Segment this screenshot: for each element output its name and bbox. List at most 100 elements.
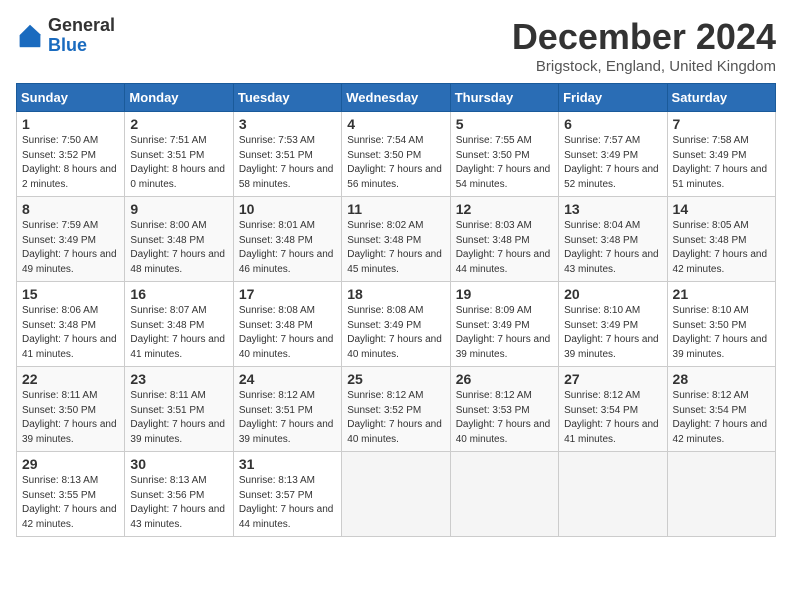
day-info: Sunrise: 7:58 AMSunset: 3:49 PMDaylight:… <box>673 135 768 190</box>
day-info: Sunrise: 8:09 AMSunset: 3:49 PMDaylight:… <box>456 305 551 360</box>
day-cell-26: 26 Sunrise: 8:12 AMSunset: 3:53 PMDaylig… <box>450 367 558 452</box>
day-number: 2 <box>130 116 227 132</box>
day-cell-4: 4 Sunrise: 7:54 AMSunset: 3:50 PMDayligh… <box>342 112 450 197</box>
header-tuesday: Tuesday <box>233 84 341 112</box>
day-cell-19: 19 Sunrise: 8:09 AMSunset: 3:49 PMDaylig… <box>450 282 558 367</box>
header-saturday: Saturday <box>667 84 775 112</box>
calendar-week-2: 8 Sunrise: 7:59 AMSunset: 3:49 PMDayligh… <box>17 197 776 282</box>
day-info: Sunrise: 7:53 AMSunset: 3:51 PMDaylight:… <box>239 135 334 190</box>
day-number: 19 <box>456 286 553 302</box>
day-cell-22: 22 Sunrise: 8:11 AMSunset: 3:50 PMDaylig… <box>17 367 125 452</box>
day-cell-3: 3 Sunrise: 7:53 AMSunset: 3:51 PMDayligh… <box>233 112 341 197</box>
day-cell-28: 28 Sunrise: 8:12 AMSunset: 3:54 PMDaylig… <box>667 367 775 452</box>
day-info: Sunrise: 8:00 AMSunset: 3:48 PMDaylight:… <box>130 220 225 275</box>
day-number: 21 <box>673 286 770 302</box>
calendar-week-1: 1 Sunrise: 7:50 AMSunset: 3:52 PMDayligh… <box>17 112 776 197</box>
empty-cell <box>559 452 667 537</box>
day-cell-15: 15 Sunrise: 8:06 AMSunset: 3:48 PMDaylig… <box>17 282 125 367</box>
header-monday: Monday <box>125 84 233 112</box>
day-info: Sunrise: 7:59 AMSunset: 3:49 PMDaylight:… <box>22 220 117 275</box>
day-cell-14: 14 Sunrise: 8:05 AMSunset: 3:48 PMDaylig… <box>667 197 775 282</box>
calendar-table: SundayMondayTuesdayWednesdayThursdayFrid… <box>16 83 776 537</box>
day-info: Sunrise: 8:11 AMSunset: 3:51 PMDaylight:… <box>130 390 225 445</box>
day-info: Sunrise: 8:12 AMSunset: 3:54 PMDaylight:… <box>564 390 659 445</box>
day-info: Sunrise: 8:12 AMSunset: 3:53 PMDaylight:… <box>456 390 551 445</box>
calendar-week-3: 15 Sunrise: 8:06 AMSunset: 3:48 PMDaylig… <box>17 282 776 367</box>
title-block: December 2024 Brigstock, England, United… <box>512 16 776 75</box>
day-info: Sunrise: 8:02 AMSunset: 3:48 PMDaylight:… <box>347 220 442 275</box>
day-number: 3 <box>239 116 336 132</box>
day-info: Sunrise: 8:03 AMSunset: 3:48 PMDaylight:… <box>456 220 551 275</box>
empty-cell <box>342 452 450 537</box>
day-number: 24 <box>239 371 336 387</box>
header-sunday: Sunday <box>17 84 125 112</box>
day-number: 22 <box>22 371 119 387</box>
day-info: Sunrise: 8:08 AMSunset: 3:48 PMDaylight:… <box>239 305 334 360</box>
day-cell-31: 31 Sunrise: 8:13 AMSunset: 3:57 PMDaylig… <box>233 452 341 537</box>
day-number: 29 <box>22 456 119 472</box>
day-cell-11: 11 Sunrise: 8:02 AMSunset: 3:48 PMDaylig… <box>342 197 450 282</box>
calendar-week-5: 29 Sunrise: 8:13 AMSunset: 3:55 PMDaylig… <box>17 452 776 537</box>
day-info: Sunrise: 8:04 AMSunset: 3:48 PMDaylight:… <box>564 220 659 275</box>
day-number: 25 <box>347 371 444 387</box>
day-info: Sunrise: 8:13 AMSunset: 3:57 PMDaylight:… <box>239 475 334 530</box>
empty-cell <box>450 452 558 537</box>
day-info: Sunrise: 8:10 AMSunset: 3:49 PMDaylight:… <box>564 305 659 360</box>
day-number: 14 <box>673 201 770 217</box>
day-info: Sunrise: 8:10 AMSunset: 3:50 PMDaylight:… <box>673 305 768 360</box>
day-number: 23 <box>130 371 227 387</box>
day-info: Sunrise: 8:11 AMSunset: 3:50 PMDaylight:… <box>22 390 117 445</box>
day-number: 26 <box>456 371 553 387</box>
day-number: 5 <box>456 116 553 132</box>
day-cell-24: 24 Sunrise: 8:12 AMSunset: 3:51 PMDaylig… <box>233 367 341 452</box>
day-number: 12 <box>456 201 553 217</box>
day-info: Sunrise: 7:57 AMSunset: 3:49 PMDaylight:… <box>564 135 659 190</box>
day-number: 20 <box>564 286 661 302</box>
header-wednesday: Wednesday <box>342 84 450 112</box>
day-info: Sunrise: 8:12 AMSunset: 3:54 PMDaylight:… <box>673 390 768 445</box>
day-number: 4 <box>347 116 444 132</box>
day-info: Sunrise: 8:06 AMSunset: 3:48 PMDaylight:… <box>22 305 117 360</box>
day-number: 15 <box>22 286 119 302</box>
day-cell-20: 20 Sunrise: 8:10 AMSunset: 3:49 PMDaylig… <box>559 282 667 367</box>
day-number: 7 <box>673 116 770 132</box>
day-number: 10 <box>239 201 336 217</box>
calendar-header-row: SundayMondayTuesdayWednesdayThursdayFrid… <box>17 84 776 112</box>
day-number: 13 <box>564 201 661 217</box>
day-cell-5: 5 Sunrise: 7:55 AMSunset: 3:50 PMDayligh… <box>450 112 558 197</box>
day-number: 9 <box>130 201 227 217</box>
day-cell-13: 13 Sunrise: 8:04 AMSunset: 3:48 PMDaylig… <box>559 197 667 282</box>
day-number: 18 <box>347 286 444 302</box>
logo: General Blue <box>16 16 115 56</box>
day-cell-9: 9 Sunrise: 8:00 AMSunset: 3:48 PMDayligh… <box>125 197 233 282</box>
day-info: Sunrise: 8:07 AMSunset: 3:48 PMDaylight:… <box>130 305 225 360</box>
day-number: 28 <box>673 371 770 387</box>
location: Brigstock, England, United Kingdom <box>512 58 776 75</box>
day-number: 11 <box>347 201 444 217</box>
day-info: Sunrise: 8:05 AMSunset: 3:48 PMDaylight:… <box>673 220 768 275</box>
day-number: 16 <box>130 286 227 302</box>
day-number: 8 <box>22 201 119 217</box>
day-cell-25: 25 Sunrise: 8:12 AMSunset: 3:52 PMDaylig… <box>342 367 450 452</box>
day-cell-2: 2 Sunrise: 7:51 AMSunset: 3:51 PMDayligh… <box>125 112 233 197</box>
day-number: 27 <box>564 371 661 387</box>
day-info: Sunrise: 8:13 AMSunset: 3:56 PMDaylight:… <box>130 475 225 530</box>
day-info: Sunrise: 7:55 AMSunset: 3:50 PMDaylight:… <box>456 135 551 190</box>
day-info: Sunrise: 8:12 AMSunset: 3:51 PMDaylight:… <box>239 390 334 445</box>
day-info: Sunrise: 7:54 AMSunset: 3:50 PMDaylight:… <box>347 135 442 190</box>
day-cell-30: 30 Sunrise: 8:13 AMSunset: 3:56 PMDaylig… <box>125 452 233 537</box>
day-cell-10: 10 Sunrise: 8:01 AMSunset: 3:48 PMDaylig… <box>233 197 341 282</box>
day-cell-8: 8 Sunrise: 7:59 AMSunset: 3:49 PMDayligh… <box>17 197 125 282</box>
day-cell-23: 23 Sunrise: 8:11 AMSunset: 3:51 PMDaylig… <box>125 367 233 452</box>
day-number: 6 <box>564 116 661 132</box>
day-cell-17: 17 Sunrise: 8:08 AMSunset: 3:48 PMDaylig… <box>233 282 341 367</box>
day-info: Sunrise: 8:01 AMSunset: 3:48 PMDaylight:… <box>239 220 334 275</box>
day-cell-27: 27 Sunrise: 8:12 AMSunset: 3:54 PMDaylig… <box>559 367 667 452</box>
day-number: 30 <box>130 456 227 472</box>
day-number: 1 <box>22 116 119 132</box>
page-header: General Blue December 2024 Brigstock, En… <box>16 16 776 75</box>
day-info: Sunrise: 8:08 AMSunset: 3:49 PMDaylight:… <box>347 305 442 360</box>
logo-text: General Blue <box>48 16 115 56</box>
month-title: December 2024 <box>512 16 776 58</box>
logo-icon <box>16 22 44 50</box>
